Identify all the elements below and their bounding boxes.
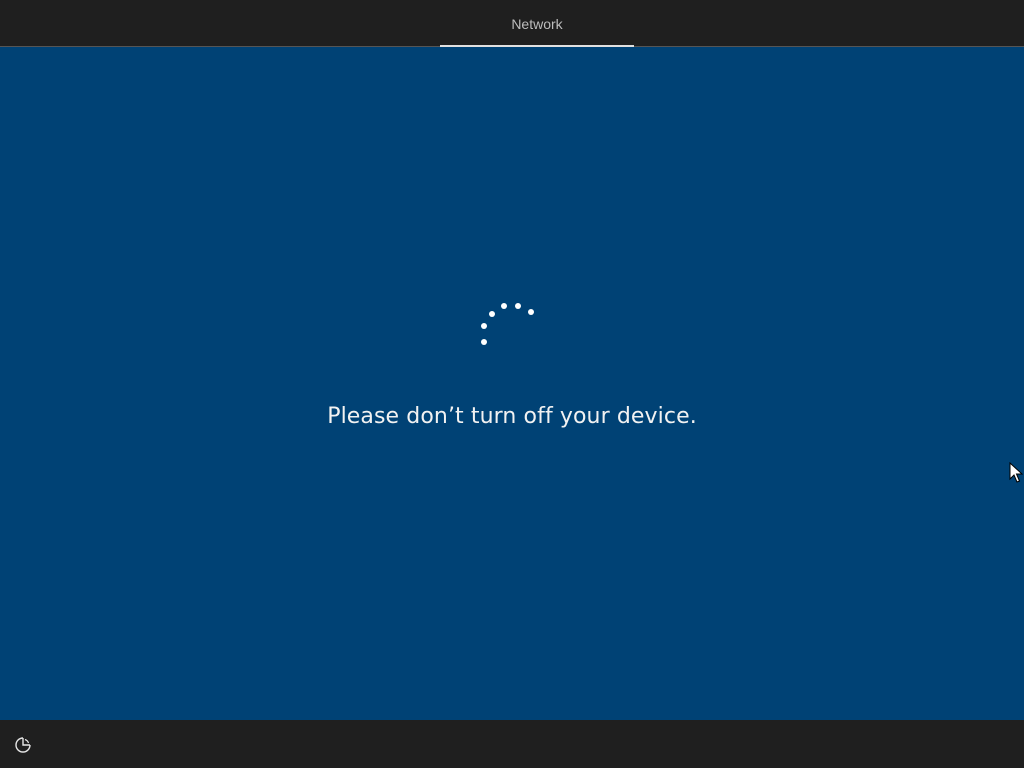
mouse-cursor-icon bbox=[1009, 462, 1023, 483]
main-panel bbox=[0, 47, 1024, 720]
loading-spinner-icon bbox=[481, 303, 534, 345]
tab-network[interactable]: Network bbox=[440, 0, 634, 46]
ease-of-access-icon[interactable] bbox=[14, 736, 32, 754]
status-message: Please don’t turn off your device. bbox=[327, 404, 697, 429]
bottom-bar bbox=[0, 720, 1024, 768]
